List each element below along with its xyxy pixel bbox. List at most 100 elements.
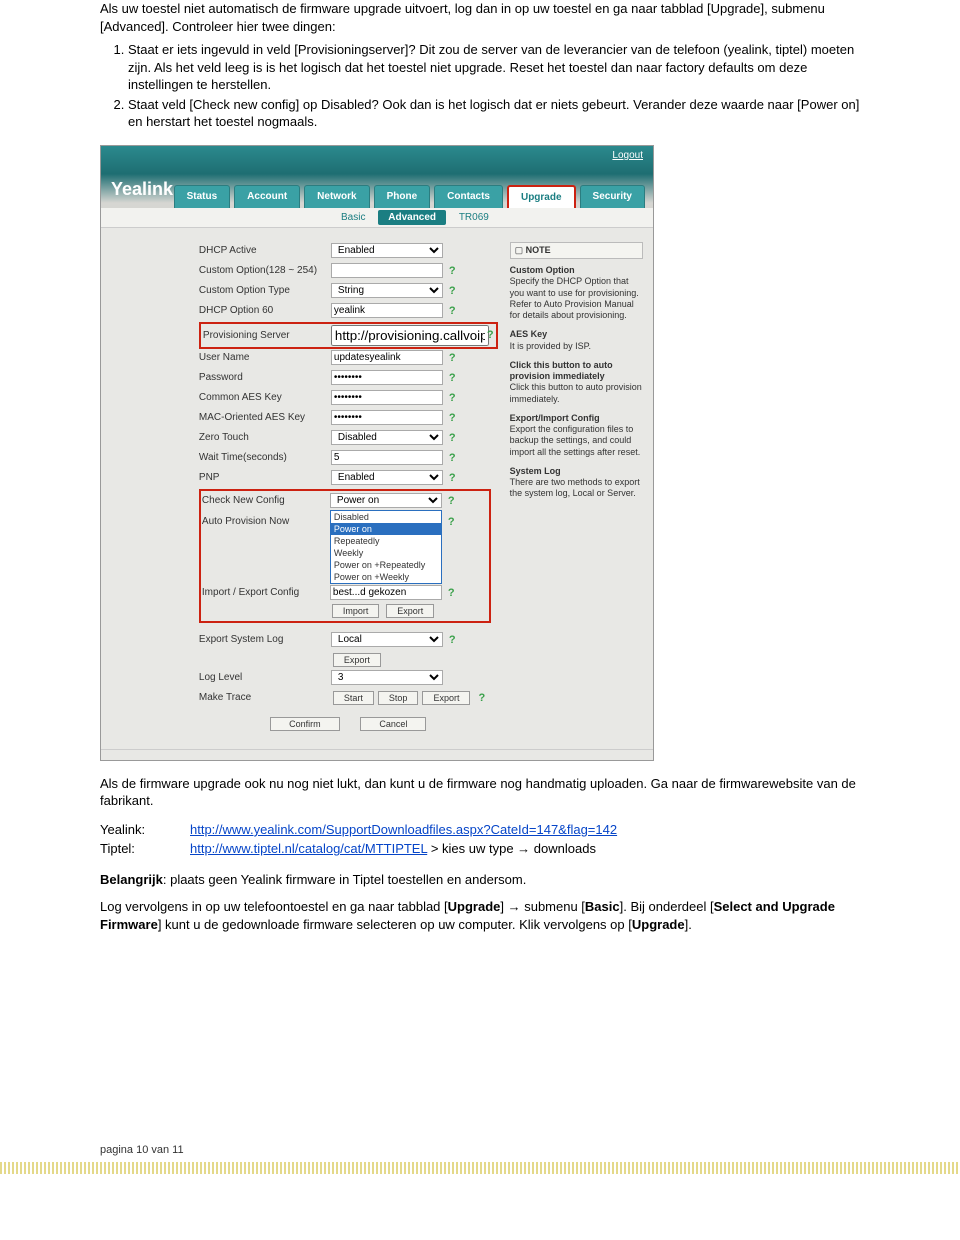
import-export-label: Import / Export Config — [202, 587, 330, 598]
auto-provision-label: Auto Provision Now — [202, 510, 330, 584]
opt-power-on[interactable]: Power on — [331, 523, 441, 535]
export-trace-button[interactable]: Export — [422, 691, 470, 705]
custom-option-input[interactable] — [331, 263, 443, 278]
password-input[interactable] — [331, 370, 443, 385]
note-custom-option-title: Custom Option — [510, 265, 643, 276]
prov-server-label: Provisioning Server — [203, 330, 331, 341]
note-aes-text: It is provided by ISP. — [510, 341, 591, 351]
help-icon[interactable]: ? — [487, 329, 494, 341]
zero-touch-select[interactable]: Disabled — [331, 430, 443, 445]
note-custom-option-text: Specify the DHCP Option that you want to… — [510, 276, 639, 320]
opt-repeatedly[interactable]: Repeatedly — [331, 535, 441, 547]
subtab-tr069[interactable]: TR069 — [449, 210, 499, 225]
help-icon[interactable]: ? — [449, 412, 456, 424]
subtab-basic[interactable]: Basic — [331, 210, 375, 225]
note-autoprov-text: Click this button to auto provision imme… — [510, 382, 642, 403]
make-trace-label: Make Trace — [199, 692, 331, 703]
yealink-screenshot: Logout Yealink Status Account Network Ph… — [100, 145, 654, 761]
dhcp-active-select[interactable]: Enabled — [331, 243, 443, 258]
export-button[interactable]: Export — [386, 604, 434, 618]
tab-upgrade[interactable]: Upgrade — [507, 185, 576, 208]
step-2: Staat veld [Check new config] op Disable… — [128, 96, 860, 131]
custom-option-label: Custom Option(128 ~ 254) — [199, 265, 331, 276]
password-label: Password — [199, 372, 331, 383]
loglevel-select[interactable]: 3 — [331, 670, 443, 685]
pnp-select[interactable]: Enabled — [331, 470, 443, 485]
help-icon[interactable]: ? — [449, 392, 456, 404]
help-icon[interactable]: ? — [448, 516, 455, 528]
tiptel-tail: > kies uw type → downloads — [427, 841, 596, 856]
help-icon[interactable]: ? — [449, 305, 456, 317]
footer-stripes — [0, 1162, 960, 1174]
note-autoprov-title: Click this button to auto provision imme… — [510, 360, 643, 383]
username-input[interactable] — [331, 350, 443, 365]
help-icon[interactable]: ? — [448, 587, 455, 599]
final-paragraph: Log vervolgens in op uw telefoontoestel … — [100, 898, 860, 933]
tiptel-link-label: Tiptel: — [100, 839, 190, 859]
note-expimp-title: Export/Import Config — [510, 413, 643, 424]
note-syslog-title: System Log — [510, 466, 643, 477]
stop-button[interactable]: Stop — [378, 691, 419, 705]
help-icon[interactable]: ? — [449, 452, 456, 464]
mac-aes-input[interactable] — [331, 410, 443, 425]
tab-network[interactable]: Network — [304, 185, 369, 208]
export-syslog-label: Export System Log — [199, 634, 331, 645]
username-label: User Name — [199, 352, 331, 363]
custom-option-type-label: Custom Option Type — [199, 285, 331, 296]
pnp-label: PNP — [199, 472, 331, 483]
export-syslog-button[interactable]: Export — [333, 653, 381, 667]
logout-link[interactable]: Logout — [612, 150, 643, 161]
dhcp60-input[interactable] — [331, 303, 443, 318]
tab-account[interactable]: Account — [234, 185, 300, 208]
export-syslog-select[interactable]: Local — [331, 632, 443, 647]
opt-poweron-repeatedly[interactable]: Power on +Repeatedly — [331, 559, 441, 571]
aes-label: Common AES Key — [199, 392, 331, 403]
confirm-button[interactable]: Confirm — [270, 717, 340, 731]
import-export-input[interactable] — [330, 585, 442, 600]
zero-touch-label: Zero Touch — [199, 432, 331, 443]
start-button[interactable]: Start — [333, 691, 374, 705]
dhcp-active-label: DHCP Active — [199, 245, 331, 256]
tab-phone[interactable]: Phone — [374, 185, 431, 208]
custom-option-type-select[interactable]: String — [331, 283, 443, 298]
help-icon[interactable]: ? — [449, 352, 456, 364]
help-icon[interactable]: ? — [449, 285, 456, 297]
tab-status[interactable]: Status — [174, 185, 231, 208]
help-icon[interactable]: ? — [449, 432, 456, 444]
wait-time-label: Wait Time(seconds) — [199, 452, 331, 463]
belangrijk-text: : plaats geen Yealink firmware in Tiptel… — [163, 872, 527, 887]
note-header: NOTE — [510, 242, 643, 259]
help-icon[interactable]: ? — [478, 692, 485, 704]
help-icon[interactable]: ? — [449, 372, 456, 384]
check-new-config-select[interactable]: Power on — [330, 493, 442, 508]
loglevel-label: Log Level — [199, 672, 331, 683]
opt-poweron-weekly[interactable]: Power on +Weekly — [331, 571, 441, 583]
after-screenshot-text: Als de firmware upgrade ook nu nog niet … — [100, 775, 860, 810]
tiptel-link[interactable]: http://www.tiptel.nl/catalog/cat/MTTIPTE… — [190, 841, 427, 856]
check-config-dropdown[interactable]: Disabled Power on Repeatedly Weekly Powe… — [330, 510, 442, 584]
opt-weekly[interactable]: Weekly — [331, 547, 441, 559]
yealink-logo: Yealink — [111, 179, 173, 208]
cancel-button[interactable]: Cancel — [360, 717, 426, 731]
note-aes-title: AES Key — [510, 329, 643, 340]
mac-aes-label: MAC-Oriented AES Key — [199, 412, 331, 423]
note-syslog-text: There are two methods to export the syst… — [510, 477, 640, 498]
subtab-advanced[interactable]: Advanced — [378, 210, 446, 225]
opt-disabled[interactable]: Disabled — [331, 511, 441, 523]
help-icon[interactable]: ? — [449, 472, 456, 484]
yealink-link-label: Yealink: — [100, 820, 190, 840]
wait-time-input[interactable] — [331, 450, 443, 465]
help-icon[interactable]: ? — [448, 495, 455, 507]
tab-contacts[interactable]: Contacts — [434, 185, 503, 208]
tab-security[interactable]: Security — [580, 185, 645, 208]
intro-text: Als uw toestel niet automatisch de firmw… — [100, 0, 860, 35]
prov-server-input[interactable] — [331, 325, 489, 346]
help-icon[interactable]: ? — [449, 265, 456, 277]
yealink-link[interactable]: http://www.yealink.com/SupportDownloadfi… — [190, 820, 617, 840]
aes-input[interactable] — [331, 390, 443, 405]
step-1: Staat er iets ingevuld in veld [Provisio… — [128, 41, 860, 94]
import-button[interactable]: Import — [332, 604, 380, 618]
help-icon[interactable]: ? — [449, 634, 456, 646]
dhcp60-label: DHCP Option 60 — [199, 305, 331, 316]
steps-list: Staat er iets ingevuld in veld [Provisio… — [100, 41, 860, 131]
